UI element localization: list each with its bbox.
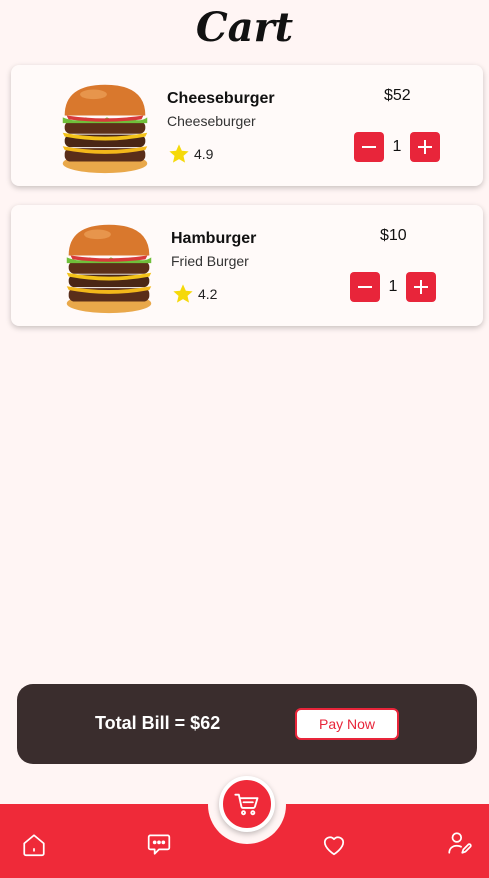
item-subtitle: Cheeseburger [167, 113, 256, 129]
page-title: Cart [195, 4, 294, 51]
burger-image [66, 224, 152, 314]
item-name: Cheeseburger [167, 90, 275, 107]
item-price: $52 [384, 87, 411, 104]
pay-now-button[interactable]: Pay Now [295, 708, 399, 740]
total-bill-label: Total Bill = $62 [95, 713, 221, 733]
increase-quantity-button[interactable] [406, 272, 436, 302]
rating-value: 4.9 [194, 146, 214, 162]
home-icon[interactable] [21, 832, 47, 858]
minus-icon [362, 146, 376, 148]
quantity-stepper[interactable]: 1 [354, 132, 440, 162]
star-icon [169, 144, 189, 163]
decrease-quantity-button[interactable] [354, 132, 384, 162]
chat-icon[interactable] [146, 831, 172, 857]
decrease-quantity-button[interactable] [350, 272, 380, 302]
increase-quantity-button[interactable] [410, 132, 440, 162]
quantity-stepper[interactable]: 1 [350, 272, 436, 302]
quantity-value: 1 [388, 278, 398, 295]
heart-icon[interactable] [321, 832, 347, 858]
quantity-value: 1 [392, 138, 402, 155]
cart-icon [234, 793, 259, 816]
plus-icon [414, 280, 428, 294]
item-rating: 4.9 [168, 143, 213, 165]
star-icon [173, 284, 193, 303]
minus-icon [358, 286, 372, 288]
cart-fab-button[interactable] [219, 776, 275, 832]
item-subtitle: Fried Burger [171, 253, 249, 269]
rating-value: 4.2 [198, 286, 218, 302]
profile-edit-icon[interactable] [446, 830, 472, 856]
cart-item-card[interactable]: Hamburger Fried Burger 4.2 $10 1 [11, 205, 483, 326]
item-price: $10 [380, 227, 407, 244]
plus-icon [418, 140, 432, 154]
bill-summary: Total Bill = $62 Pay Now [17, 684, 477, 764]
item-rating: 4.2 [172, 283, 217, 305]
item-name: Hamburger [171, 230, 257, 247]
burger-image [62, 84, 148, 174]
cart-item-card[interactable]: Cheeseburger Cheeseburger 4.9 $52 1 [11, 65, 483, 186]
